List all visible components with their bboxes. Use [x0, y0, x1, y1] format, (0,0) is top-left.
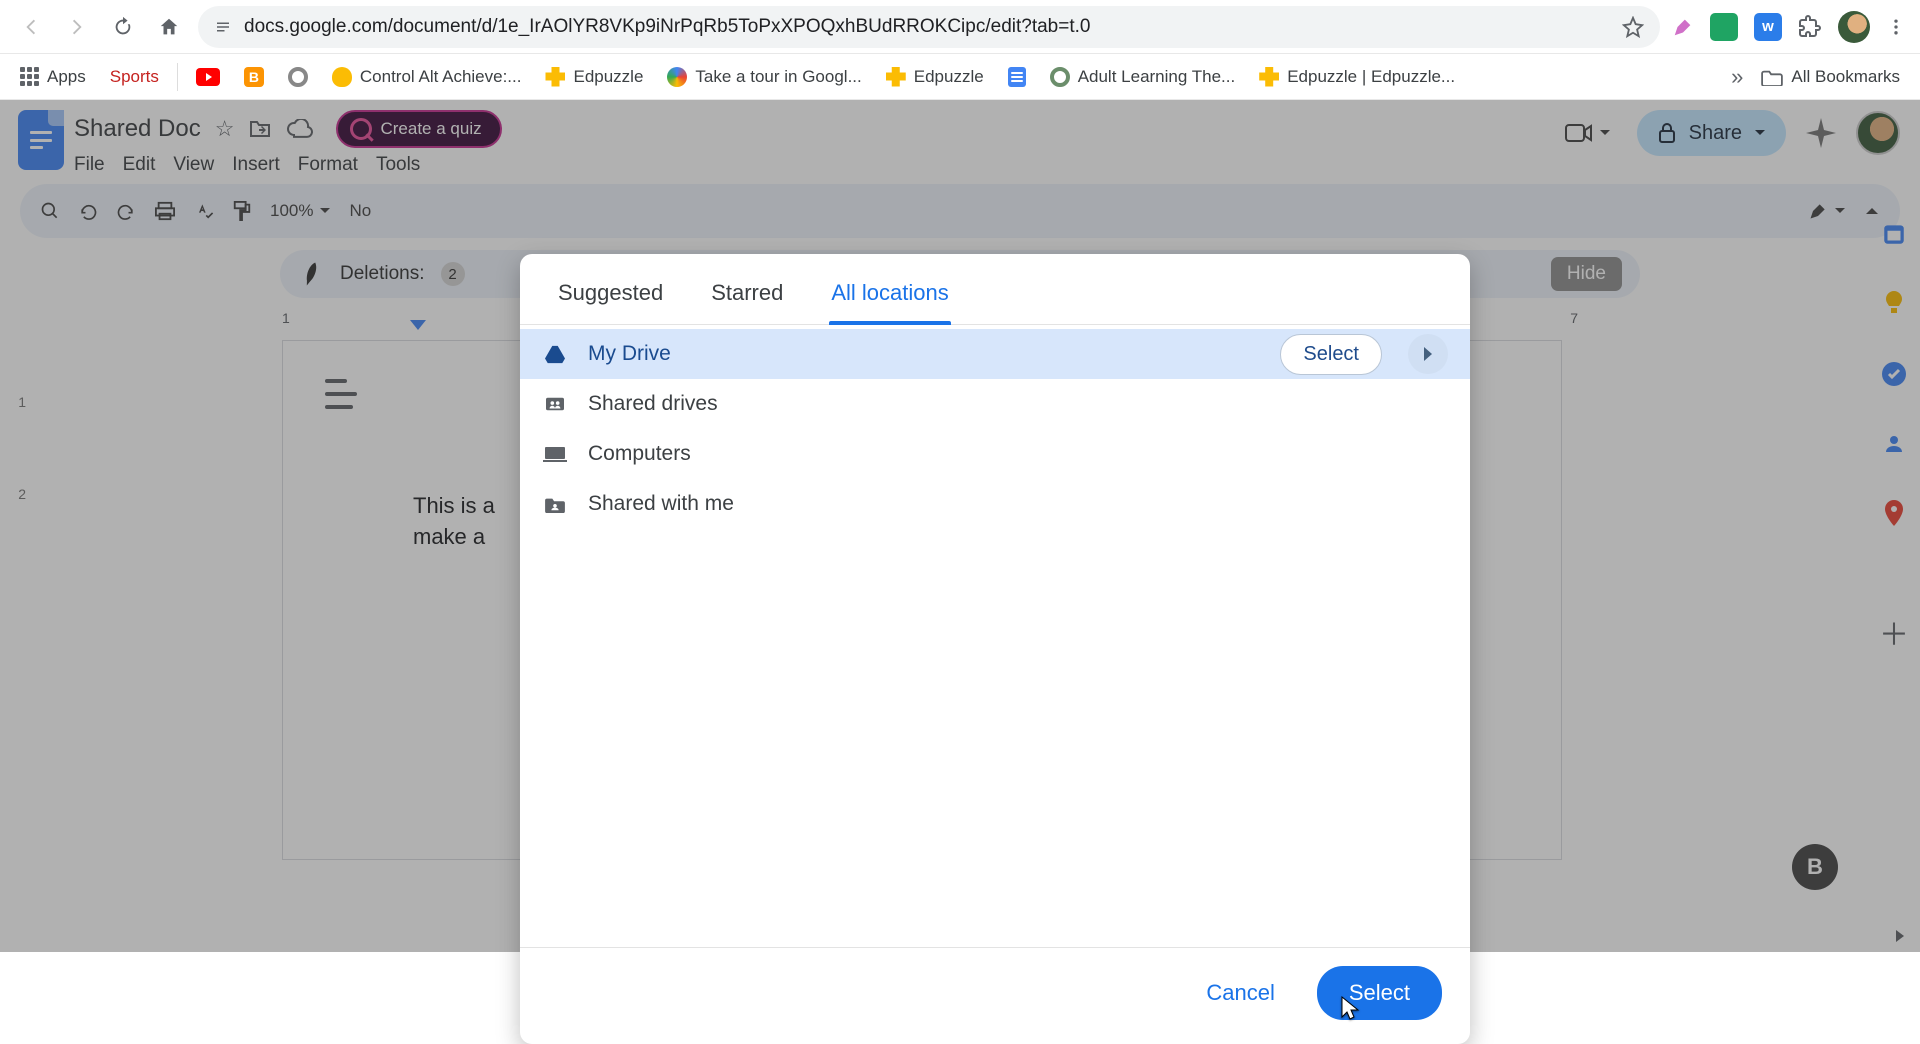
- bookmark-control-alt[interactable]: Control Alt Achieve:...: [326, 63, 528, 91]
- omnibox[interactable]: docs.google.com/document/d/1e_IrAOlYR8VK…: [198, 6, 1660, 48]
- puzzle-icon: [1259, 67, 1279, 87]
- extension-w-icon[interactable]: w: [1754, 13, 1782, 41]
- location-row-my-drive[interactable]: My Drive Select: [520, 329, 1470, 379]
- omnibox-url: docs.google.com/document/d/1e_IrAOlYR8VK…: [244, 16, 1610, 38]
- bookmark-edpuzzle-1[interactable]: Edpuzzle: [539, 63, 649, 91]
- chevron-right-icon[interactable]: [1408, 334, 1448, 374]
- bookmark-edpuzzle-2[interactable]: Edpuzzle: [880, 63, 990, 91]
- location-name: Shared with me: [588, 492, 1448, 516]
- profile-avatar-icon[interactable]: [1838, 11, 1870, 43]
- youtube-icon: [196, 68, 220, 86]
- all-bookmarks[interactable]: All Bookmarks: [1755, 63, 1906, 91]
- bookmark-label: Edpuzzle: [914, 67, 984, 87]
- cancel-button[interactable]: Cancel: [1192, 970, 1288, 1016]
- nav-back-button[interactable]: [14, 10, 48, 44]
- star-bookmark-icon[interactable]: [1622, 16, 1644, 38]
- bookmark-label: All Bookmarks: [1791, 67, 1900, 87]
- docs-icon: [1008, 67, 1026, 87]
- bookmark-blogger[interactable]: B: [238, 63, 270, 91]
- location-row-shared-drives[interactable]: Shared drives: [520, 379, 1470, 429]
- bookmark-label: Edpuzzle: [573, 67, 643, 87]
- bookmarks-bar: Apps Sports B Control Alt Achieve:... Ed…: [0, 54, 1920, 100]
- bookmark-adult-learning[interactable]: Adult Learning The...: [1044, 63, 1242, 91]
- extension-pen-icon[interactable]: [1672, 16, 1694, 38]
- shared-drives-icon: [542, 395, 568, 413]
- dialog-body: My Drive Select Shared drives Computers …: [520, 325, 1470, 947]
- bookmark-docs[interactable]: [1002, 63, 1032, 91]
- browser-right-icons: w: [1672, 11, 1906, 43]
- bookmark-edpuzzle-3[interactable]: Edpuzzle | Edpuzzle...: [1253, 63, 1461, 91]
- bookmark-label: Edpuzzle | Edpuzzle...: [1287, 67, 1455, 87]
- bookmark-label: Control Alt Achieve:...: [360, 67, 522, 87]
- tab-starred[interactable]: Starred: [709, 274, 785, 324]
- location-name: Shared drives: [588, 392, 1448, 416]
- nav-reload-button[interactable]: [106, 10, 140, 44]
- bookmark-label: Adult Learning The...: [1078, 67, 1236, 87]
- earth-icon: [667, 67, 687, 87]
- select-button[interactable]: Select: [1317, 966, 1442, 1020]
- bookmarks-divider: [177, 63, 178, 91]
- bookmark-label-sports: Sports: [110, 67, 159, 87]
- circle-icon: [1050, 67, 1070, 87]
- bookmark-generic-1[interactable]: [282, 63, 314, 91]
- computers-icon: [542, 445, 568, 463]
- docs-app: Shared Doc ☆ Create a quiz File Edit Vie…: [0, 100, 1920, 952]
- bookmark-tour[interactable]: Take a tour in Googl...: [661, 63, 867, 91]
- row-select-button[interactable]: Select: [1280, 334, 1382, 375]
- dialog-footer: Cancel Select: [520, 947, 1470, 1044]
- extension-green-icon[interactable]: [1710, 13, 1738, 41]
- move-dialog: Suggested Starred All locations My Drive…: [520, 254, 1470, 1044]
- bulb-icon: [332, 67, 352, 87]
- browser-menu-icon[interactable]: [1886, 17, 1906, 37]
- location-name: Computers: [588, 442, 1448, 466]
- extensions-puzzle-icon[interactable]: [1798, 15, 1822, 39]
- folder-icon: [1761, 68, 1783, 86]
- dialog-tabs: Suggested Starred All locations: [520, 254, 1470, 325]
- bookmark-label: Take a tour in Googl...: [695, 67, 861, 87]
- nav-forward-button[interactable]: [60, 10, 94, 44]
- blogger-icon: B: [244, 67, 264, 87]
- puzzle-icon: [545, 67, 565, 87]
- location-row-shared-with-me[interactable]: Shared with me: [520, 479, 1470, 529]
- apps-grid-icon: [20, 67, 39, 86]
- my-drive-icon: [542, 344, 568, 364]
- bookmark-youtube[interactable]: [190, 64, 226, 90]
- nav-home-button[interactable]: [152, 10, 186, 44]
- bookmark-apps[interactable]: Apps: [14, 63, 92, 91]
- bookmarks-overflow-icon[interactable]: »: [1731, 64, 1743, 90]
- shared-folder-icon: [542, 495, 568, 513]
- site-info-icon[interactable]: [214, 18, 232, 36]
- puzzle-icon: [886, 67, 906, 87]
- circle-icon: [288, 67, 308, 87]
- location-row-computers[interactable]: Computers: [520, 429, 1470, 479]
- browser-toolbar: docs.google.com/document/d/1e_IrAOlYR8VK…: [0, 0, 1920, 54]
- bookmark-label-apps: Apps: [47, 67, 86, 87]
- location-name: My Drive: [588, 342, 1260, 366]
- tab-suggested[interactable]: Suggested: [556, 274, 665, 324]
- tab-all-locations[interactable]: All locations: [829, 274, 950, 324]
- bookmark-sports[interactable]: Sports: [104, 63, 165, 91]
